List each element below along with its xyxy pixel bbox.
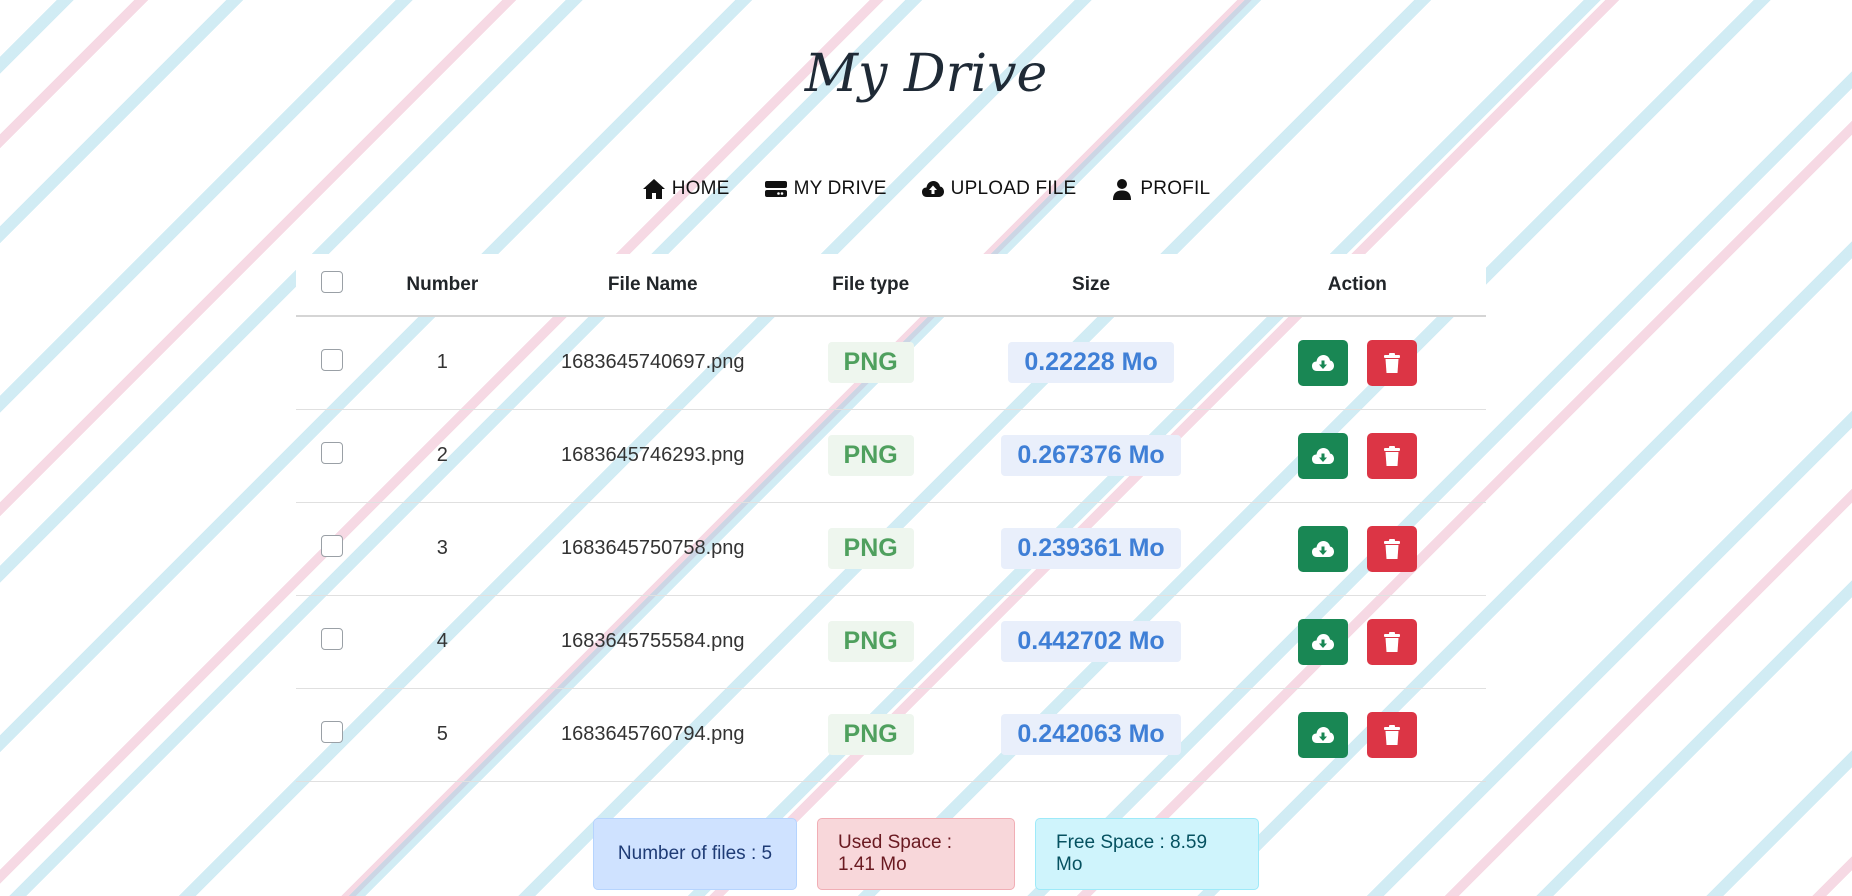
cloud-download-icon (1311, 354, 1334, 371)
row-number: 2 (436, 444, 448, 466)
file-type-badge: PNG (827, 435, 914, 476)
nav-my-drive[interactable]: MY DRIVE (764, 178, 887, 200)
header-action: Action (1327, 273, 1387, 295)
row-checkbox[interactable] (320, 348, 343, 371)
table-row: 5 1683645760794.png PNG 0.242063 Mo (296, 688, 1486, 781)
row-file-name: 1683645746293.png (560, 444, 745, 466)
row-file-name: 1683645750758.png (560, 537, 745, 559)
user-icon (1113, 179, 1132, 200)
delete-button[interactable] (1367, 618, 1418, 665)
header-file-type: File type (832, 273, 910, 295)
drive-icon (764, 181, 787, 197)
table-row: 3 1683645750758.png PNG 0.239361 Mo (296, 502, 1486, 595)
cloud-download-icon (1311, 540, 1334, 557)
row-checkbox[interactable] (320, 720, 343, 743)
nav-profil-label: PROFIL (1140, 178, 1211, 199)
row-file-type-cell: PNG (788, 316, 953, 409)
nav-profil[interactable]: PROFIL (1110, 178, 1210, 200)
header-select-all (296, 254, 367, 316)
row-file-type-cell: PNG (788, 409, 953, 502)
select-all-checkbox[interactable] (320, 270, 343, 293)
row-select-cell (296, 316, 367, 409)
file-size-badge: 0.239361 Mo (1001, 528, 1181, 569)
file-size-badge: 0.22228 Mo (1008, 342, 1174, 384)
row-file-type-cell: PNG (788, 595, 953, 688)
row-actions (1229, 316, 1486, 409)
row-size-cell: 0.22228 Mo (953, 316, 1228, 409)
file-size-badge: 0.267376 Mo (1001, 435, 1181, 476)
row-size-cell: 0.442702 Mo (953, 595, 1228, 688)
row-file-name: 1683645755584.png (560, 630, 745, 652)
file-type-badge: PNG (827, 342, 914, 384)
free-space-badge: Free Space : 8.59 Mo (1035, 818, 1259, 890)
cloud-upload-icon (921, 181, 944, 197)
download-button[interactable] (1297, 711, 1348, 758)
nav-home[interactable]: HOME (642, 178, 730, 200)
table-row: 2 1683645746293.png PNG 0.267376 Mo (296, 409, 1486, 502)
cloud-download-icon (1311, 726, 1334, 743)
nav-home-label: HOME (671, 178, 730, 199)
file-type-badge: PNG (827, 528, 914, 569)
row-file-type-cell: PNG (788, 502, 953, 595)
row-actions (1229, 409, 1486, 502)
row-size-cell: 0.267376 Mo (953, 409, 1228, 502)
download-button[interactable] (1297, 339, 1348, 386)
row-select-cell (296, 595, 367, 688)
file-size-badge: 0.242063 Mo (1001, 714, 1181, 755)
row-number: 1 (436, 351, 448, 374)
trash-icon (1384, 445, 1401, 466)
trash-icon (1384, 724, 1401, 745)
table-row: 1 1683645740697.png PNG 0.22228 Mo (296, 316, 1486, 409)
storage-stats: Number of files : 5 Used Space : 1.41 Mo… (0, 818, 1852, 890)
header-number: Number (406, 273, 479, 295)
used-space-badge: Used Space : 1.41 Mo (817, 818, 1015, 890)
table-row: 4 1683645755584.png PNG 0.442702 Mo (296, 595, 1486, 688)
row-actions (1229, 502, 1486, 595)
row-actions (1229, 595, 1486, 688)
page-title: My Drive (804, 44, 1048, 104)
header-size: Size (1072, 273, 1111, 295)
file-type-badge: PNG (827, 714, 914, 755)
row-size-cell: 0.239361 Mo (953, 502, 1228, 595)
delete-button[interactable] (1367, 432, 1418, 479)
row-number: 3 (436, 537, 448, 559)
file-size-badge: 0.442702 Mo (1001, 621, 1181, 662)
files-table-container: Number File Name File type Size Action 1… (296, 254, 1486, 782)
row-checkbox[interactable] (320, 627, 343, 650)
nav-upload-file-label: UPLOAD FILE (950, 178, 1077, 199)
home-icon (642, 179, 665, 199)
row-select-cell (296, 688, 367, 781)
row-file-type-cell: PNG (788, 688, 953, 781)
row-file-name: 1683645740697.png (560, 351, 745, 374)
cloud-download-icon (1311, 633, 1334, 650)
row-checkbox[interactable] (320, 441, 343, 464)
row-number: 4 (436, 630, 448, 652)
delete-button[interactable] (1367, 339, 1418, 386)
trash-icon (1384, 631, 1401, 652)
file-type-badge: PNG (827, 621, 914, 662)
files-count-badge: Number of files : 5 (593, 818, 797, 890)
table-header-row: Number File Name File type Size Action (296, 254, 1486, 316)
row-checkbox[interactable] (320, 534, 343, 557)
row-size-cell: 0.242063 Mo (953, 688, 1228, 781)
download-button[interactable] (1297, 432, 1348, 479)
nav-my-drive-label: MY DRIVE (793, 178, 887, 199)
row-number: 5 (436, 723, 448, 745)
delete-button[interactable] (1367, 711, 1418, 758)
download-button[interactable] (1297, 525, 1348, 572)
row-select-cell (296, 502, 367, 595)
download-button[interactable] (1297, 618, 1348, 665)
row-select-cell (296, 409, 367, 502)
row-file-name: 1683645760794.png (560, 723, 745, 745)
files-table: Number File Name File type Size Action 1… (296, 254, 1486, 782)
header-file-name: File Name (607, 273, 698, 295)
nav-upload-file[interactable]: UPLOAD FILE (921, 178, 1077, 200)
delete-button[interactable] (1367, 525, 1418, 572)
row-actions (1229, 688, 1486, 781)
cloud-download-icon (1311, 447, 1334, 464)
trash-icon (1384, 538, 1401, 559)
trash-icon (1384, 352, 1401, 373)
main-nav: HOME MY DRIVE UPLOAD FILE PROFIL (0, 178, 1852, 200)
